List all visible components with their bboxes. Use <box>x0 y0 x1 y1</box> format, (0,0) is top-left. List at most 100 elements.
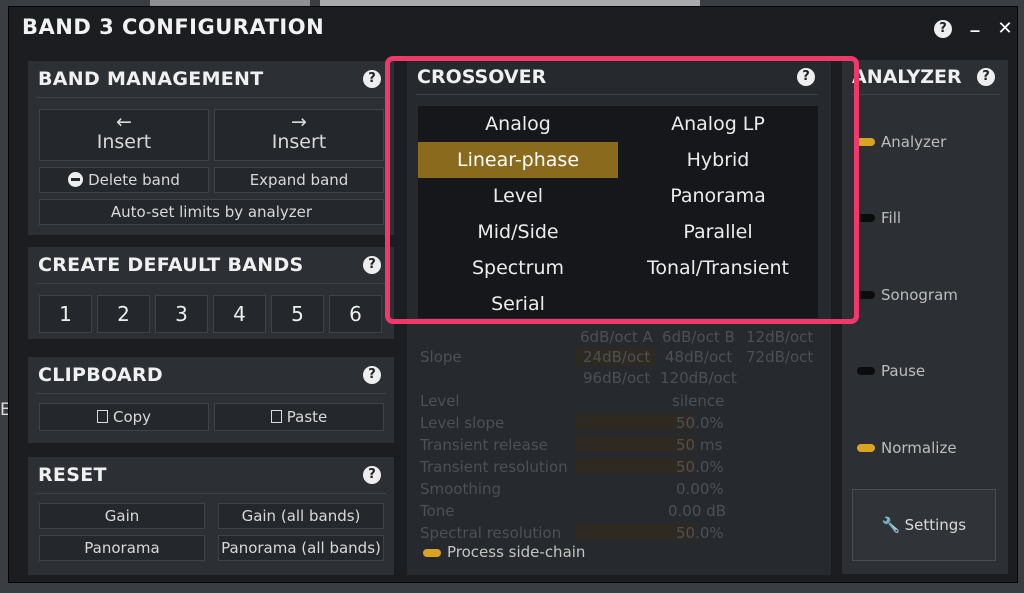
divider <box>852 94 1000 95</box>
copy-label: Copy <box>112 408 152 426</box>
crossover-help-icon[interactable]: ? <box>797 68 815 86</box>
create-default-bands-title: CREATE DEFAULT BANDS <box>38 254 304 276</box>
pause-toggle-label: Pause <box>881 362 926 380</box>
close-button[interactable]: ✕ <box>993 17 1017 41</box>
create-default-bands-panel: CREATE DEFAULT BANDS ? 1 2 3 4 5 6 <box>28 247 394 339</box>
minimize-button[interactable]: _ <box>963 11 987 35</box>
crossover-title: CROSSOVER <box>417 66 547 88</box>
band-management-help-icon[interactable]: ? <box>363 70 381 88</box>
divider <box>36 393 386 394</box>
normalize-toggle-label: Normalize <box>881 439 957 457</box>
minus-circle-icon <box>68 172 84 187</box>
fill-toggle-label: Fill <box>881 209 902 227</box>
slope-option[interactable]: 12dB/oct <box>746 328 813 346</box>
crossover-option-linear-phase[interactable]: Linear-phase <box>418 142 618 178</box>
divider <box>416 94 818 95</box>
slope-option[interactable]: 96dB/oct <box>583 369 650 387</box>
create-default-bands-help-icon[interactable]: ? <box>363 256 381 274</box>
normalize-toggle[interactable] <box>857 444 875 452</box>
sonogram-toggle-label: Sonogram <box>881 286 958 304</box>
window-help-icon[interactable]: ? <box>934 20 952 38</box>
insert-right-button[interactable]: → Insert <box>214 109 384 161</box>
expand-band-button[interactable]: Expand band <box>214 167 384 193</box>
band-management-title: BAND MANAGEMENT <box>38 68 264 90</box>
level-slope-label: Level slope <box>420 414 505 432</box>
transient-resolution-label: Transient resolution <box>420 458 568 476</box>
process-side-chain-toggle[interactable] <box>423 549 441 557</box>
reset-panorama-all-button[interactable]: Panorama (all bands) <box>218 535 384 561</box>
crossover-option-tonal-transient[interactable]: Tonal/Transient <box>618 250 818 286</box>
insert-left-label: Insert <box>96 131 152 153</box>
crossover-option-mid-side[interactable]: Mid/Side <box>418 214 618 250</box>
clipboard-title: CLIPBOARD <box>38 364 163 386</box>
delete-band-label: Delete band <box>88 171 180 189</box>
slope-option[interactable]: 6dB/oct A <box>580 328 653 346</box>
wrench-icon: 🔧 <box>881 516 901 534</box>
crossover-option-analog-lp[interactable]: Analog LP <box>618 106 818 142</box>
divider <box>36 97 386 98</box>
analyzer-help-icon[interactable]: ? <box>977 68 995 86</box>
band-management-panel: BAND MANAGEMENT ? ← Insert → Insert Dele… <box>28 61 394 235</box>
paste-button[interactable]: Paste <box>214 403 384 431</box>
analyzer-settings-button[interactable]: 🔧 Settings <box>852 489 996 561</box>
pause-toggle[interactable] <box>857 367 875 375</box>
reset-panel: RESET ? Gain Gain (all bands) Panorama P… <box>28 457 394 575</box>
spectral-resolution-label: Spectral resolution <box>420 524 562 542</box>
slope-option[interactable]: 72dB/oct <box>746 348 813 366</box>
slope-option[interactable]: 120dB/oct <box>660 369 737 387</box>
transient-resolution-value: 50.0% <box>676 458 724 476</box>
reset-gain-button[interactable]: Gain <box>39 503 205 529</box>
transient-release-value: 50 ms <box>676 436 723 454</box>
spectral-resolution-value: 50.0% <box>676 524 724 542</box>
insert-right-label: Insert <box>271 131 327 153</box>
default-bands-1-button[interactable]: 1 <box>39 295 92 333</box>
crossover-option-panorama[interactable]: Panorama <box>618 178 818 214</box>
default-bands-2-button[interactable]: 2 <box>97 295 150 333</box>
copy-button[interactable]: Copy <box>39 403 209 431</box>
crossover-option-serial[interactable]: Serial <box>418 286 618 322</box>
auto-set-limits-button[interactable]: Auto-set limits by analyzer <box>39 199 384 225</box>
crossover-option-parallel[interactable]: Parallel <box>618 214 818 250</box>
reset-help-icon[interactable]: ? <box>363 466 381 484</box>
crossover-type-list: Analog Analog LP Linear-phase Hybrid Lev… <box>418 106 818 318</box>
divider <box>36 283 386 284</box>
slope-option[interactable]: 48dB/oct <box>665 348 732 366</box>
level-label: Level <box>420 392 460 410</box>
divider <box>36 493 386 494</box>
crossover-option-level[interactable]: Level <box>418 178 618 214</box>
default-bands-5-button[interactable]: 5 <box>271 295 324 333</box>
delete-band-button[interactable]: Delete band <box>39 167 209 193</box>
level-slope-value: 50.0% <box>676 414 724 432</box>
crossover-option-analog[interactable]: Analog <box>418 106 618 142</box>
sonogram-toggle[interactable] <box>857 291 875 299</box>
clipboard-help-icon[interactable]: ? <box>363 366 381 384</box>
reset-gain-all-button[interactable]: Gain (all bands) <box>218 503 384 529</box>
settings-label: Settings <box>904 516 967 534</box>
reset-title: RESET <box>38 464 107 486</box>
slope-option[interactable]: 6dB/oct B <box>662 328 735 346</box>
transient-release-label: Transient release <box>420 436 548 454</box>
copy-icon <box>96 410 108 423</box>
crossover-option-spectrum[interactable]: Spectrum <box>418 250 618 286</box>
insert-left-button[interactable]: ← Insert <box>39 109 209 161</box>
crossover-option-hybrid[interactable]: Hybrid <box>618 142 818 178</box>
fill-toggle[interactable] <box>857 214 875 222</box>
slope-option[interactable]: 24dB/oct <box>583 348 650 366</box>
analyzer-toggle[interactable] <box>857 138 875 146</box>
paste-icon <box>270 410 282 423</box>
default-bands-3-button[interactable]: 3 <box>155 295 208 333</box>
process-side-chain-label: Process side-chain <box>447 543 586 561</box>
tone-value[interactable]: 0.00 dB <box>668 502 726 520</box>
default-bands-4-button[interactable]: 4 <box>213 295 266 333</box>
window-title: BAND 3 CONFIGURATION <box>22 15 325 39</box>
default-bands-6-button[interactable]: 6 <box>329 295 382 333</box>
arrow-right-icon: → <box>291 111 307 133</box>
level-value[interactable]: silence <box>672 392 724 410</box>
analyzer-title: ANALYZER <box>852 66 962 88</box>
tone-label: Tone <box>420 502 455 520</box>
reset-panorama-button[interactable]: Panorama <box>39 535 205 561</box>
smoothing-value[interactable]: 0.00% <box>676 480 724 498</box>
clipboard-panel: CLIPBOARD ? Copy Paste <box>28 357 394 443</box>
analyzer-toggle-label: Analyzer <box>881 133 947 151</box>
slope-label: Slope <box>420 348 462 366</box>
